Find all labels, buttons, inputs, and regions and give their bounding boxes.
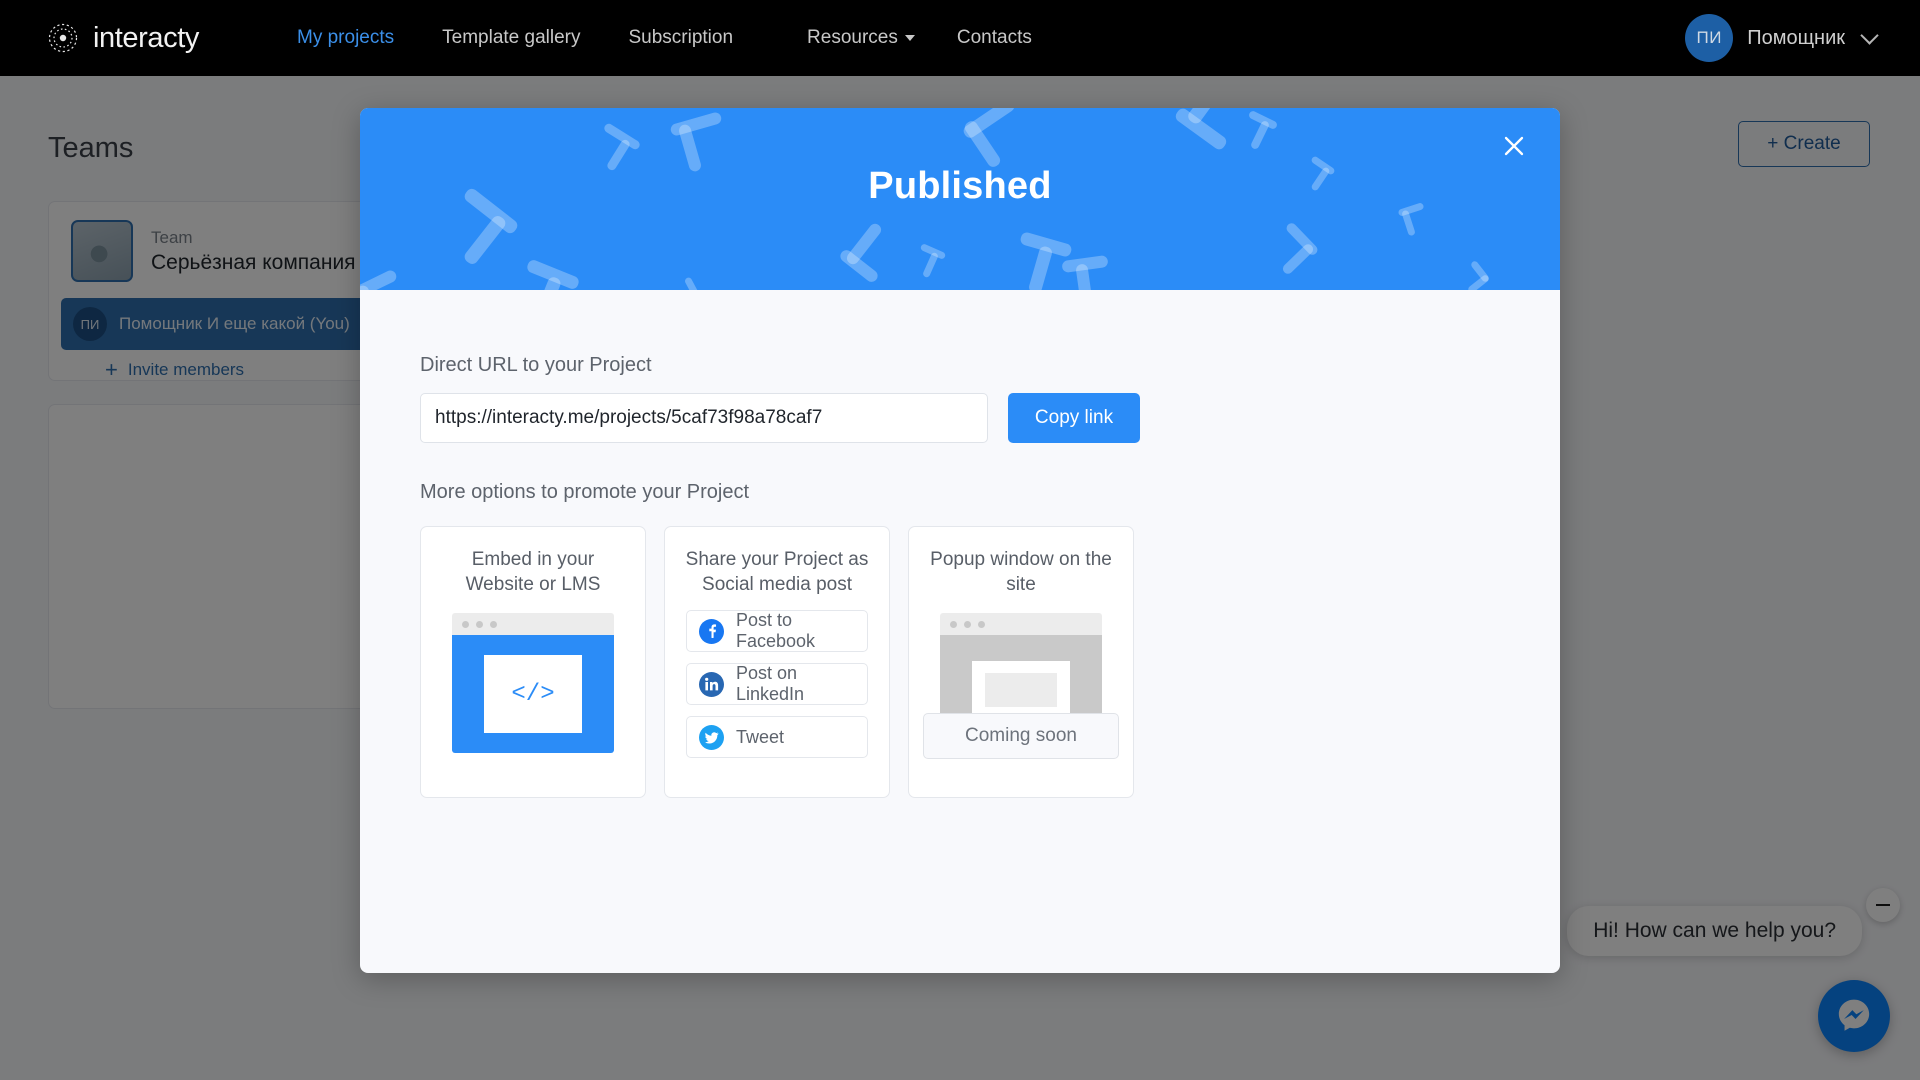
- embed-preview: </>: [452, 613, 614, 753]
- user-name: Помощник: [1747, 26, 1845, 49]
- modal-title: Published: [868, 165, 1052, 207]
- copy-link-button[interactable]: Copy link: [1008, 393, 1140, 443]
- interacty-logo-icon: [44, 19, 82, 57]
- chevron-down-icon: [1860, 25, 1879, 45]
- linkedin-icon: [699, 671, 724, 697]
- option-card-popup: Popup window on the site Coming soon: [908, 526, 1134, 798]
- promote-options-cards: Embed in your Website or LMS </> Share y…: [420, 526, 1560, 798]
- close-button[interactable]: [1494, 126, 1534, 166]
- nav-item-contacts[interactable]: Contacts: [933, 27, 1056, 49]
- brand-logo[interactable]: interacty: [44, 19, 199, 57]
- nav-item-resources[interactable]: Resources: [783, 27, 933, 49]
- option-card-social-title: Share your Project as Social media post: [685, 549, 869, 596]
- share-linkedin-label: Post on LinkedIn: [736, 663, 805, 704]
- coming-soon-badge: Coming soon: [923, 713, 1119, 759]
- close-icon: [1504, 136, 1524, 156]
- top-navigation: interacty My projects Template gallery S…: [0, 0, 1920, 76]
- published-modal: Published Direct URL to your Project Cop…: [360, 108, 1560, 973]
- modal-body: Direct URL to your Project Copy link Mor…: [360, 290, 1560, 798]
- browser-titlebar: [940, 613, 1102, 635]
- option-card-embed-title: Embed in your Website or LMS: [465, 549, 601, 596]
- facebook-icon: [699, 618, 724, 644]
- brand-name: interacty: [93, 21, 199, 54]
- nav-links: My projects Template gallery Subscriptio…: [273, 27, 1056, 49]
- option-card-popup-title: Popup window on the site: [930, 549, 1112, 596]
- share-facebook-label: Post to Facebook: [736, 610, 816, 651]
- nav-item-resources-label: Resources: [807, 27, 898, 48]
- share-facebook-button[interactable]: Post to Facebook: [686, 610, 868, 652]
- share-linkedin-button[interactable]: Post on LinkedIn: [686, 663, 868, 705]
- user-menu[interactable]: ПИ Помощник: [1685, 14, 1879, 62]
- nav-item-subscription[interactable]: Subscription: [604, 27, 757, 49]
- twitter-icon: [699, 724, 724, 750]
- url-label: Direct URL to your Project: [420, 354, 652, 376]
- avatar: ПИ: [1685, 14, 1734, 62]
- share-twitter-label: Tweet: [736, 726, 785, 747]
- chevron-down-icon: [904, 34, 915, 41]
- browser-titlebar: [452, 613, 614, 635]
- option-card-embed[interactable]: Embed in your Website or LMS </>: [420, 526, 646, 798]
- project-url-input[interactable]: [420, 393, 988, 443]
- modal-header: Published: [360, 108, 1560, 290]
- option-card-social: Share your Project as Social media post …: [664, 526, 890, 798]
- share-twitter-button[interactable]: Tweet: [686, 716, 868, 758]
- code-icon: </>: [484, 655, 582, 733]
- nav-item-template-gallery[interactable]: Template gallery: [418, 27, 604, 49]
- page-root: Teams + Create Team Серьёзная компания П…: [0, 0, 1920, 1080]
- more-options-label: More options to promote your Project: [420, 481, 750, 503]
- nav-item-my-projects[interactable]: My projects: [273, 27, 418, 49]
- url-row: Copy link: [420, 393, 1560, 443]
- browser-viewport: </>: [452, 635, 614, 753]
